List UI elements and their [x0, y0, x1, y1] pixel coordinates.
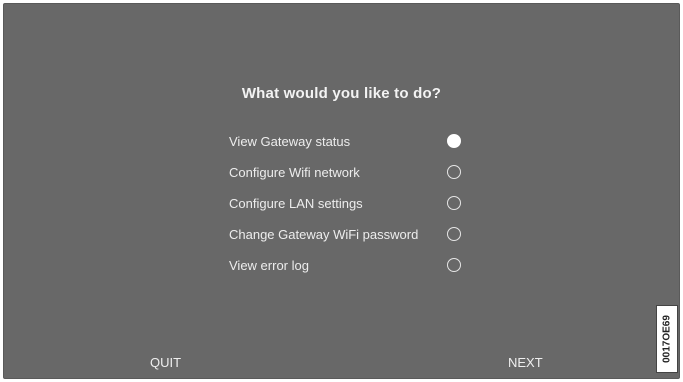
- option-configure-wifi-network[interactable]: Configure Wifi network: [229, 157, 465, 188]
- option-change-gateway-wifi-password[interactable]: Change Gateway WiFi password: [229, 219, 465, 250]
- option-label: Configure Wifi network: [229, 165, 360, 180]
- option-label: Change Gateway WiFi password: [229, 227, 419, 242]
- figure-code-label: 0017OE69: [656, 305, 678, 373]
- next-button[interactable]: NEXT: [508, 355, 543, 370]
- quit-button[interactable]: QUIT: [150, 355, 181, 370]
- figure-code-text: 0017OE69: [661, 315, 673, 363]
- option-configure-lan-settings[interactable]: Configure LAN settings: [229, 188, 465, 219]
- option-view-error-log[interactable]: View error log: [229, 250, 465, 281]
- radio-button[interactable]: [447, 226, 461, 241]
- radio-button[interactable]: [447, 164, 461, 179]
- radio-button[interactable]: [447, 133, 461, 148]
- option-view-gateway-status[interactable]: View Gateway status: [229, 126, 465, 157]
- radio-button[interactable]: [447, 195, 461, 210]
- option-label: View error log: [229, 258, 309, 273]
- radio-button[interactable]: [447, 257, 461, 272]
- gateway-menu-screen: What would you like to do? View Gateway …: [3, 3, 680, 379]
- option-label: View Gateway status: [229, 134, 351, 149]
- page-title: What would you like to do?: [241, 85, 442, 102]
- option-list: View Gateway status Configure Wifi netwo…: [229, 126, 465, 281]
- option-label: Configure LAN settings: [229, 196, 363, 211]
